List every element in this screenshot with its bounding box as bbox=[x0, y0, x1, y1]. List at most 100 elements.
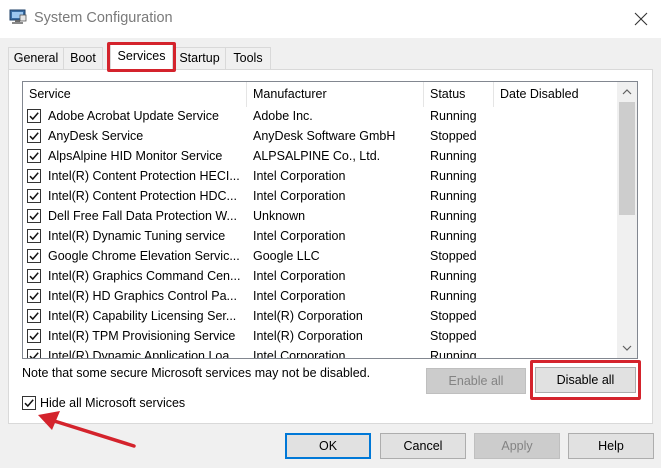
close-button[interactable] bbox=[620, 0, 661, 38]
dialog-button-bar: OK Cancel Apply Help bbox=[0, 424, 661, 468]
disable-all-button[interactable]: Disable all bbox=[535, 367, 636, 393]
status-cell: Running bbox=[430, 349, 477, 359]
status-cell: Running bbox=[430, 289, 477, 303]
service-cell: Intel(R) HD Graphics Control Pa... bbox=[23, 289, 247, 303]
service-cell: Intel(R) Graphics Command Cen... bbox=[23, 269, 247, 283]
cancel-button[interactable]: Cancel bbox=[380, 433, 466, 459]
table-row[interactable]: AnyDesk Service AnyDesk Software GmbH Stop… bbox=[23, 126, 617, 146]
service-checkbox[interactable] bbox=[27, 189, 41, 203]
table-row[interactable]: Intel(R) HD Graphics Control Pa... Intel … bbox=[23, 286, 617, 306]
service-cell: Adobe Acrobat Update Service bbox=[23, 109, 247, 123]
service-checkbox[interactable] bbox=[27, 229, 41, 243]
column-header-manufacturer[interactable]: Manufacturer bbox=[247, 82, 424, 107]
service-checkbox[interactable] bbox=[27, 329, 41, 343]
manufacturer-cell: Intel Corporation bbox=[253, 349, 346, 359]
service-cell: Google Chrome Elevation Servic... bbox=[23, 249, 247, 263]
help-button[interactable]: Help bbox=[568, 433, 654, 459]
manufacturer-cell: Intel Corporation bbox=[253, 269, 346, 283]
tab-services-label: Services bbox=[117, 49, 166, 63]
table-row[interactable]: Intel(R) TPM Provisioning Service Intel(R… bbox=[23, 326, 617, 346]
column-header-date-disabled[interactable]: Date Disabled bbox=[494, 82, 617, 107]
table-row[interactable]: Intel(R) Graphics Command Cen... Intel Co… bbox=[23, 266, 617, 286]
checkmark-icon bbox=[29, 192, 39, 201]
checkmark-icon bbox=[29, 272, 39, 281]
column-header-status[interactable]: Status bbox=[424, 82, 494, 107]
status-cell: Running bbox=[430, 209, 477, 223]
table-row[interactable]: Intel(R) Content Protection HDC... Intel … bbox=[23, 186, 617, 206]
scroll-up-button[interactable] bbox=[617, 82, 637, 102]
checkmark-icon bbox=[29, 292, 39, 301]
service-name: Intel(R) Content Protection HDC... bbox=[48, 189, 237, 203]
scroll-down-button[interactable] bbox=[617, 338, 637, 358]
ok-button[interactable]: OK bbox=[285, 433, 371, 459]
service-name: AlpsAlpine HID Monitor Service bbox=[48, 149, 223, 163]
tab-startup[interactable]: Startup bbox=[173, 47, 226, 69]
service-cell: Dell Free Fall Data Protection W... bbox=[23, 209, 247, 223]
table-row[interactable]: Intel(R) Content Protection HECI... Intel… bbox=[23, 166, 617, 186]
tab-boot[interactable]: Boot bbox=[63, 47, 103, 69]
table-row[interactable]: Intel(R) Dynamic Tuning service Intel Cor… bbox=[23, 226, 617, 246]
list-rows: Adobe Acrobat Update Service Adobe Inc. Ru… bbox=[23, 106, 617, 359]
status-cell: Running bbox=[430, 149, 477, 163]
manufacturer-cell: Intel Corporation bbox=[253, 169, 346, 183]
tab-strip: General Boot Services Startup Tools bbox=[0, 38, 661, 70]
vertical-scrollbar[interactable] bbox=[617, 82, 637, 358]
manufacturer-cell: AnyDesk Software GmbH bbox=[253, 129, 396, 143]
status-cell: Running bbox=[430, 109, 477, 123]
hide-microsoft-services-checkbox[interactable] bbox=[22, 396, 36, 410]
apply-button[interactable]: Apply bbox=[474, 433, 560, 459]
service-cell: Intel(R) Content Protection HDC... bbox=[23, 189, 247, 203]
service-name: Adobe Acrobat Update Service bbox=[48, 109, 219, 123]
service-checkbox[interactable] bbox=[27, 269, 41, 283]
service-checkbox[interactable] bbox=[27, 129, 41, 143]
status-cell: Stopped bbox=[430, 329, 477, 343]
checkmark-icon bbox=[29, 332, 39, 341]
manufacturer-cell: Intel(R) Corporation bbox=[253, 309, 363, 323]
service-checkbox[interactable] bbox=[27, 109, 41, 123]
service-name: Intel(R) Capability Licensing Ser... bbox=[48, 309, 237, 323]
tab-general[interactable]: General bbox=[8, 47, 64, 69]
chevron-down-icon bbox=[622, 345, 632, 351]
tab-tools-label: Tools bbox=[233, 51, 263, 65]
tab-tools[interactable]: Tools bbox=[225, 47, 271, 69]
service-name: Intel(R) Dynamic Application Loa... bbox=[48, 349, 240, 359]
table-row[interactable]: Google Chrome Elevation Servic... Google … bbox=[23, 246, 617, 266]
service-checkbox[interactable] bbox=[27, 289, 41, 303]
service-checkbox[interactable] bbox=[27, 249, 41, 263]
services-list[interactable]: Service Manufacturer Status Date Disable… bbox=[22, 81, 638, 359]
checkmark-icon bbox=[29, 152, 39, 161]
service-name: Intel(R) TPM Provisioning Service bbox=[48, 329, 236, 343]
service-name: Intel(R) Graphics Command Cen... bbox=[48, 269, 241, 283]
table-row[interactable]: Intel(R) Dynamic Application Loa... Intel… bbox=[23, 346, 617, 359]
service-checkbox[interactable] bbox=[27, 169, 41, 183]
checkmark-icon bbox=[29, 232, 39, 241]
table-row[interactable]: Dell Free Fall Data Protection W... Unkno… bbox=[23, 206, 617, 226]
service-name: Intel(R) Content Protection HECI... bbox=[48, 169, 240, 183]
system-configuration-window: System Configuration General Boot Servic… bbox=[0, 0, 661, 468]
status-cell: Running bbox=[430, 229, 477, 243]
tab-services[interactable]: Services bbox=[110, 44, 173, 69]
service-cell: Intel(R) Content Protection HECI... bbox=[23, 169, 247, 183]
service-cell: AlpsAlpine HID Monitor Service bbox=[23, 149, 247, 163]
service-checkbox[interactable] bbox=[27, 149, 41, 163]
service-name: Google Chrome Elevation Servic... bbox=[48, 249, 240, 263]
service-checkbox[interactable] bbox=[27, 209, 41, 223]
enable-all-button[interactable]: Enable all bbox=[426, 368, 526, 394]
status-cell: Stopped bbox=[430, 129, 477, 143]
scroll-thumb[interactable] bbox=[619, 102, 635, 215]
manufacturer-cell: Adobe Inc. bbox=[253, 109, 313, 123]
window-title: System Configuration bbox=[34, 10, 173, 26]
table-row[interactable]: AlpsAlpine HID Monitor Service ALPSALPINE… bbox=[23, 146, 617, 166]
hide-microsoft-services-option[interactable]: Hide all Microsoft services bbox=[22, 396, 185, 410]
tab-startup-label: Startup bbox=[179, 51, 220, 65]
manufacturer-cell: Intel Corporation bbox=[253, 229, 346, 243]
service-checkbox[interactable] bbox=[27, 309, 41, 323]
service-checkbox[interactable] bbox=[27, 349, 41, 358]
manufacturer-cell: ALPSALPINE Co., Ltd. bbox=[253, 149, 381, 163]
status-cell: Running bbox=[430, 269, 477, 283]
table-row[interactable]: Intel(R) Capability Licensing Ser... Inte… bbox=[23, 306, 617, 326]
table-row[interactable]: Adobe Acrobat Update Service Adobe Inc. Ru… bbox=[23, 106, 617, 126]
column-header-service[interactable]: Service bbox=[23, 82, 247, 107]
checkmark-icon bbox=[29, 252, 39, 261]
service-cell: Intel(R) Dynamic Application Loa... bbox=[23, 349, 247, 359]
